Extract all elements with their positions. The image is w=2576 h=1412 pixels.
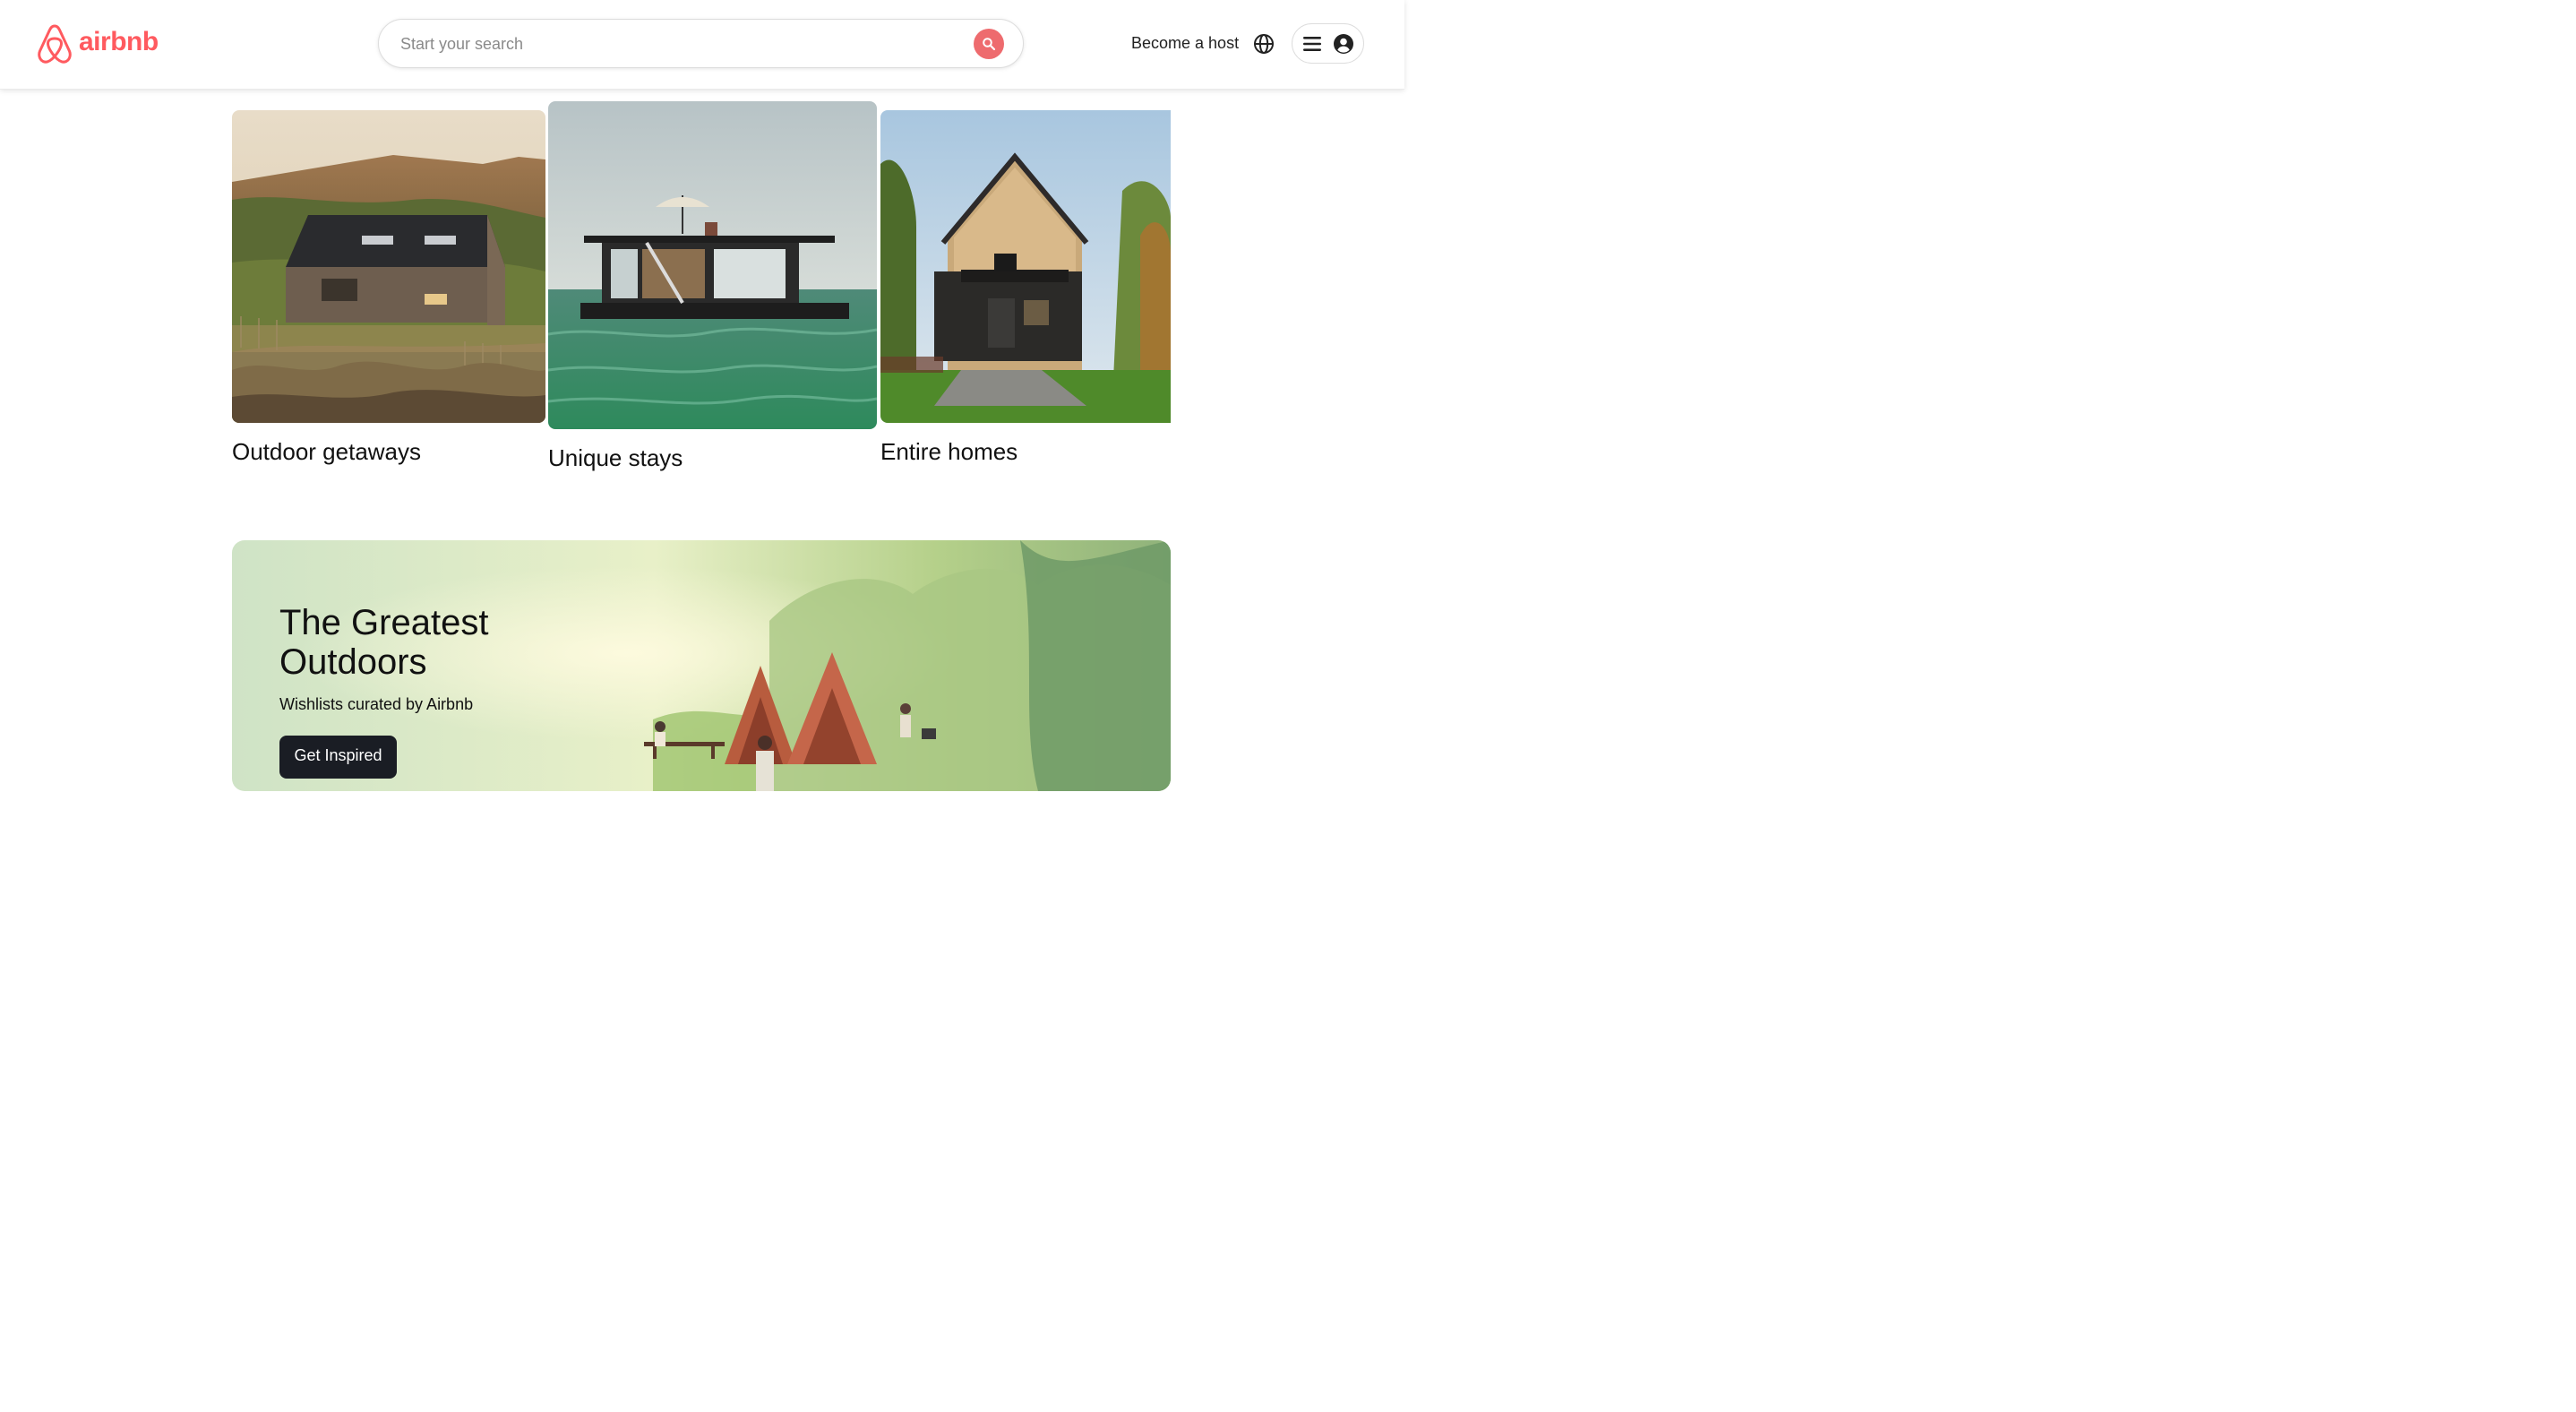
wooden-cottage-photo	[232, 110, 545, 423]
search-icon	[983, 38, 996, 51]
category-label: Entire homes	[880, 438, 1018, 465]
category-card-entire-homes[interactable]: Entire homes	[880, 110, 1171, 469]
category-label: Unique stays	[548, 444, 683, 471]
category-card-unique-stays[interactable]: Unique stays	[548, 101, 877, 476]
become-a-host-link[interactable]: Become a host	[1131, 34, 1239, 53]
get-inspired-button[interactable]: Get Inspired	[279, 736, 397, 779]
globe-icon[interactable]	[1253, 33, 1275, 55]
search-bar[interactable]	[378, 19, 1024, 69]
search-button[interactable]	[974, 29, 1004, 59]
category-label: Outdoor getaways	[232, 438, 422, 465]
user-menu-button[interactable]	[1292, 23, 1364, 64]
houseboat-photo	[548, 101, 877, 429]
airbnb-logo[interactable]: airbnb	[36, 23, 159, 65]
a-frame-house-photo	[880, 110, 1171, 423]
greatest-outdoors-banner: The Greatest Outdoors Wishlists curated …	[232, 540, 1171, 791]
search-input[interactable]	[399, 20, 940, 69]
hamburger-menu-icon	[1302, 36, 1321, 51]
airbnb-logo-icon	[38, 24, 72, 64]
banner-title: The Greatest Outdoors	[279, 603, 489, 682]
user-avatar-icon	[1333, 33, 1353, 54]
brand-name: airbnb	[79, 27, 159, 56]
category-card-outdoor-getaways[interactable]: Outdoor getaways	[232, 110, 545, 469]
banner-subtitle: Wishlists curated by Airbnb	[279, 695, 474, 713]
top-nav-bar: airbnb Become a host	[0, 0, 1404, 90]
